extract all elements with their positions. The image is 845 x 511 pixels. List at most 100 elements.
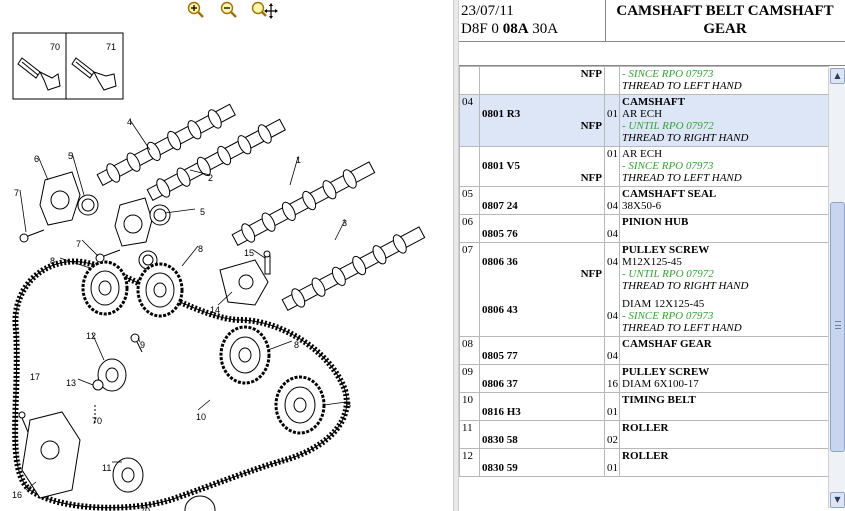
camshaft-4-drawing (96, 103, 236, 186)
screw-70-drawing (17, 57, 61, 91)
callout-label: 8 (50, 256, 55, 266)
part-reference: 0830 58 (482, 434, 518, 446)
header-date: 23/07/11 (461, 3, 514, 19)
table-row[interactable]: 05 0807 24 04 CAMSHAFT SEAL 38X50-6 (459, 186, 829, 215)
roller-11-drawing (112, 457, 144, 493)
sub-spacer (482, 280, 602, 286)
part-reference: 0801 V5 (482, 160, 520, 172)
cell-quantity: 01 (604, 94, 620, 147)
parts-list-pane: 23/07/11 D8F 0 08A 30A CAMSHAFT BELT CAM… (459, 0, 845, 511)
cell-position: 12 (459, 448, 480, 477)
callout-label: 9 (140, 340, 145, 350)
callout-label: 10 (196, 412, 206, 422)
cell-position (459, 146, 480, 187)
callout-label: 1 (296, 155, 301, 165)
position-number: 12 (462, 450, 473, 462)
cell-description: CAMSHAFT AR ECH - UNTIL RPO 07972 THREAD TO… (619, 94, 829, 147)
callout-label: 12 (86, 331, 96, 341)
engine-code-prefix: D8F 0 (461, 21, 503, 37)
table-row[interactable]: 07 0806 36 NFP 0806 43 04 04 PULLEY SCREW M12X1… (459, 242, 829, 337)
cell-position: 04 (459, 94, 480, 147)
part-name: PULLEY SCREW (622, 366, 710, 378)
cell-quantity: 01 (604, 392, 620, 421)
part-spec: DIAM 12X125-45 (622, 298, 705, 310)
cell-quantity: 01 (604, 448, 620, 477)
table-row[interactable]: 10 0816 H3 01 TIMING BELT (459, 392, 829, 421)
thread-note: THREAD TO LEFT HAND (622, 322, 742, 334)
callout-label: 7 (14, 188, 19, 198)
quantity: 16 (607, 378, 618, 390)
part-reference: 0807 24 (482, 200, 518, 212)
cell-description: ROLLER (619, 420, 829, 449)
table-row[interactable]: 04 0801 R3 NFP 01 CAMSHAFT AR ECH - UNTIL RPO … (459, 94, 829, 147)
position-number: 08 (462, 338, 473, 350)
position-number: 04 (462, 96, 473, 108)
thread-note: THREAD TO RIGHT HAND (622, 280, 749, 292)
cell-reference: 0801 R3 NFP (479, 94, 605, 147)
cell-reference: 0830 58 (479, 420, 605, 449)
diagram-pane: 70 71 4 6 5 2 1 7 5 7 3 8 8 15 14 9 12 8 13 10 8 17 70 11 16 70 (0, 0, 453, 511)
cell-quantity: 04 (604, 214, 620, 243)
callout-label: 3 (342, 218, 347, 228)
cell-position: 10 (459, 392, 480, 421)
cell-reference: 0805 77 (479, 336, 605, 365)
quantity: 04 (607, 350, 618, 362)
callout-label: 71 (106, 42, 116, 52)
zoom-out-icon[interactable] (219, 1, 239, 19)
gear-8-left-drawing (81, 260, 129, 316)
vertical-scrollbar[interactable]: ▲ ▼ (828, 68, 845, 508)
roller-bottom-drawing (184, 495, 216, 511)
nfp-flag: NFP (580, 120, 602, 132)
table-row[interactable]: 06 0805 76 04 PINION HUB (459, 214, 829, 243)
header-meta: 23/07/11 D8F 0 08A 30A (461, 2, 606, 38)
part-spec: AR ECH (622, 108, 663, 120)
cell-reference: 0801 V5 NFP (479, 146, 605, 187)
cell-reference: 0816 H3 (479, 392, 605, 421)
quantity: 01 (607, 148, 618, 160)
screw-15-drawing (263, 250, 271, 275)
table-row[interactable]: 0801 V5 NFP 01 AR ECH - SINCE RPO 07973 THREA… (459, 146, 829, 187)
scroll-down-icon[interactable]: ▼ (830, 492, 845, 508)
rpo-note: - SINCE RPO 07973 (622, 68, 714, 80)
rpo-note: - UNTIL RPO 07972 (622, 268, 714, 280)
callout-label: 70 (92, 416, 102, 426)
quantity: 04 (607, 228, 618, 240)
scrollbar-thumb[interactable] (830, 202, 845, 452)
part-spec: 38X50-6 (622, 200, 662, 212)
gear-8-low-drawing (274, 375, 326, 435)
part-spec: AR ECH (622, 148, 663, 160)
callout-label: 8 (346, 400, 351, 410)
nfp-flag: NFP (580, 268, 602, 280)
scrollbar-grip-icon (835, 321, 841, 329)
cell-quantity: 04 (604, 186, 620, 215)
part-name: ROLLER (622, 450, 669, 462)
table-row[interactable]: NFP - SINCE RPO 07973 THREAD TO LEFT HAND (459, 66, 829, 95)
header-spacer (459, 42, 845, 66)
callout-label: 5 (68, 151, 73, 161)
cell-quantity (604, 66, 620, 95)
part-reference: 0806 36 (482, 256, 518, 268)
position-number: 11 (462, 422, 473, 434)
zoom-in-icon[interactable] (186, 1, 206, 19)
nfp-flag: NFP (580, 172, 602, 184)
rpo-note: - UNTIL RPO 07972 (622, 120, 714, 132)
table-row[interactable]: 09 0806 37 16 PULLEY SCREW DIAM 6X100-17 (459, 364, 829, 393)
cell-description: PULLEY SCREW DIAM 6X100-17 (619, 364, 829, 393)
gear-8-right-drawing (136, 262, 184, 318)
callout-label: 2 (208, 173, 213, 183)
zoom-pan-icon[interactable] (250, 1, 280, 19)
table-row[interactable]: 08 0805 77 04 CAMSHAF GEAR (459, 336, 829, 365)
cell-description: AR ECH - SINCE RPO 07973 THREAD TO LEFT HA… (619, 146, 829, 187)
scroll-up-icon[interactable]: ▲ (830, 68, 845, 84)
cell-quantity: 16 (604, 364, 620, 393)
camshaft-1-drawing (231, 161, 376, 246)
part-name: CAMSHAFT (622, 96, 685, 108)
gear-8-mid-drawing (219, 325, 271, 385)
table-row[interactable]: 12 0830 59 01 ROLLER (459, 448, 829, 477)
callout-label: 70 (140, 506, 150, 511)
table-row[interactable]: 11 0830 58 02 ROLLER (459, 420, 829, 449)
parts-table: NFP - SINCE RPO 07973 THREAD TO LEFT HAND 0… (459, 66, 829, 477)
callout-label: 5 (200, 207, 205, 217)
part-reference: 0816 H3 (482, 406, 521, 418)
callout-label: 70 (50, 42, 60, 52)
